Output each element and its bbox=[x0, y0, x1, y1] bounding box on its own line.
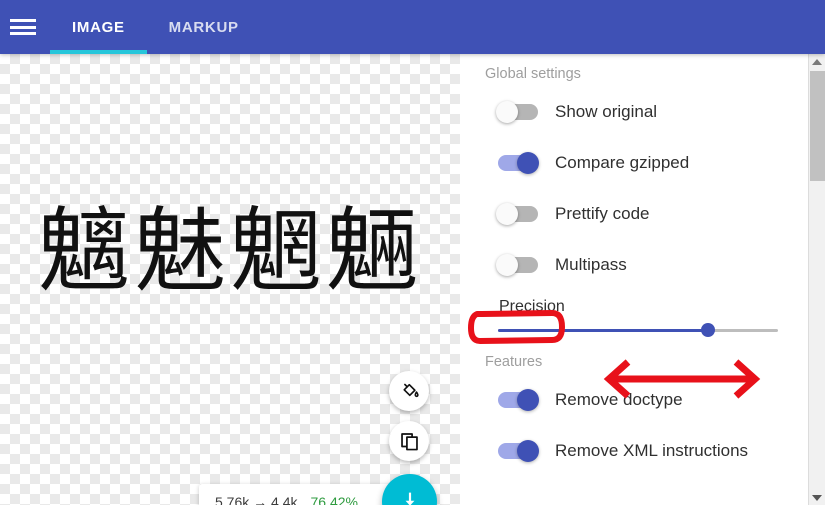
compression-stats-bar: 5.76k → 4.4k 76.42% bbox=[199, 484, 406, 505]
toggle-prettify-code[interactable] bbox=[496, 202, 538, 225]
slider-fill bbox=[498, 329, 708, 332]
panel-scrollbar[interactable] bbox=[808, 54, 825, 505]
toggle-remove-doctype[interactable] bbox=[498, 388, 539, 411]
copy-button[interactable] bbox=[389, 421, 429, 461]
hamburger-bar bbox=[10, 19, 36, 22]
scrollbar-thumb[interactable] bbox=[810, 71, 825, 181]
image-preview-canvas[interactable]: 魑魅魍魎 5.76k → 4.4k 76.42% bbox=[0, 54, 460, 505]
stats-sizes: 5.76k → 4.4k bbox=[215, 494, 298, 505]
hamburger-bar bbox=[10, 25, 36, 29]
scroll-down-arrow-icon[interactable] bbox=[809, 490, 825, 505]
settings-panel[interactable]: Global settings Show original Compare gz… bbox=[468, 54, 808, 505]
toggle-knob bbox=[496, 100, 518, 123]
hamburger-bar bbox=[10, 32, 36, 35]
hamburger-menu-icon[interactable] bbox=[10, 17, 36, 37]
precision-slider[interactable] bbox=[498, 316, 778, 346]
setting-remove-doctype-label: Remove doctype bbox=[555, 389, 683, 409]
tab-bar: IMAGE MARKUP bbox=[50, 0, 261, 54]
tab-image[interactable]: IMAGE bbox=[50, 0, 147, 54]
setting-compare-gzipped[interactable]: Compare gzipped bbox=[484, 137, 792, 188]
settings-panel-content: Global settings Show original Compare gz… bbox=[468, 54, 808, 476]
toggle-knob bbox=[517, 439, 539, 462]
slider-thumb[interactable] bbox=[701, 323, 715, 337]
background-fill-button[interactable] bbox=[389, 371, 429, 411]
setting-prettify-code[interactable]: Prettify code bbox=[484, 188, 792, 239]
setting-multipass-label: Multipass bbox=[555, 254, 627, 274]
tab-markup[interactable]: MARKUP bbox=[147, 0, 261, 54]
setting-compare-gzipped-label: Compare gzipped bbox=[555, 152, 690, 172]
scroll-up-arrow-icon[interactable] bbox=[809, 54, 825, 69]
setting-show-original[interactable]: Show original bbox=[484, 86, 792, 137]
precision-label: Precision bbox=[499, 298, 565, 315]
toggle-knob bbox=[496, 202, 518, 225]
arrow-glyph: → bbox=[253, 493, 268, 505]
toggle-knob bbox=[496, 253, 518, 276]
global-settings-heading: Global settings bbox=[485, 66, 581, 82]
toggle-compare-gzipped[interactable] bbox=[498, 151, 539, 174]
tab-markup-label: MARKUP bbox=[168, 18, 239, 36]
toggle-knob bbox=[517, 151, 539, 174]
toggle-multipass[interactable] bbox=[496, 253, 538, 276]
toggle-show-original[interactable] bbox=[496, 100, 538, 123]
setting-prettify-code-label: Prettify code bbox=[555, 203, 650, 223]
download-button[interactable] bbox=[382, 474, 437, 505]
toggle-remove-xml-instructions[interactable] bbox=[498, 439, 539, 462]
copy-icon bbox=[400, 432, 418, 450]
setting-remove-xml-instructions-label: Remove XML instructions bbox=[555, 440, 749, 460]
features-heading: Features bbox=[485, 354, 543, 370]
compression-percent: 76.42% bbox=[310, 493, 358, 505]
setting-remove-xml-instructions[interactable]: Remove XML instructions bbox=[484, 425, 792, 476]
download-icon bbox=[405, 492, 414, 505]
app-root: IMAGE MARKUP 魑魅魍魎 5.76k → 4.4k 76.42% Gl… bbox=[0, 0, 825, 505]
optimized-size: 4.4k bbox=[271, 493, 298, 505]
app-header: IMAGE MARKUP bbox=[0, 0, 825, 54]
setting-remove-doctype[interactable]: Remove doctype bbox=[484, 374, 792, 425]
svg-preview-text: 魑魅魍魎 bbox=[37, 198, 422, 305]
toggle-knob bbox=[517, 388, 539, 411]
paint-bucket-icon bbox=[402, 383, 419, 397]
tab-image-label: IMAGE bbox=[72, 18, 125, 36]
setting-multipass[interactable]: Multipass bbox=[484, 239, 792, 290]
setting-show-original-label: Show original bbox=[555, 101, 658, 121]
original-size: 5.76k bbox=[215, 493, 250, 505]
